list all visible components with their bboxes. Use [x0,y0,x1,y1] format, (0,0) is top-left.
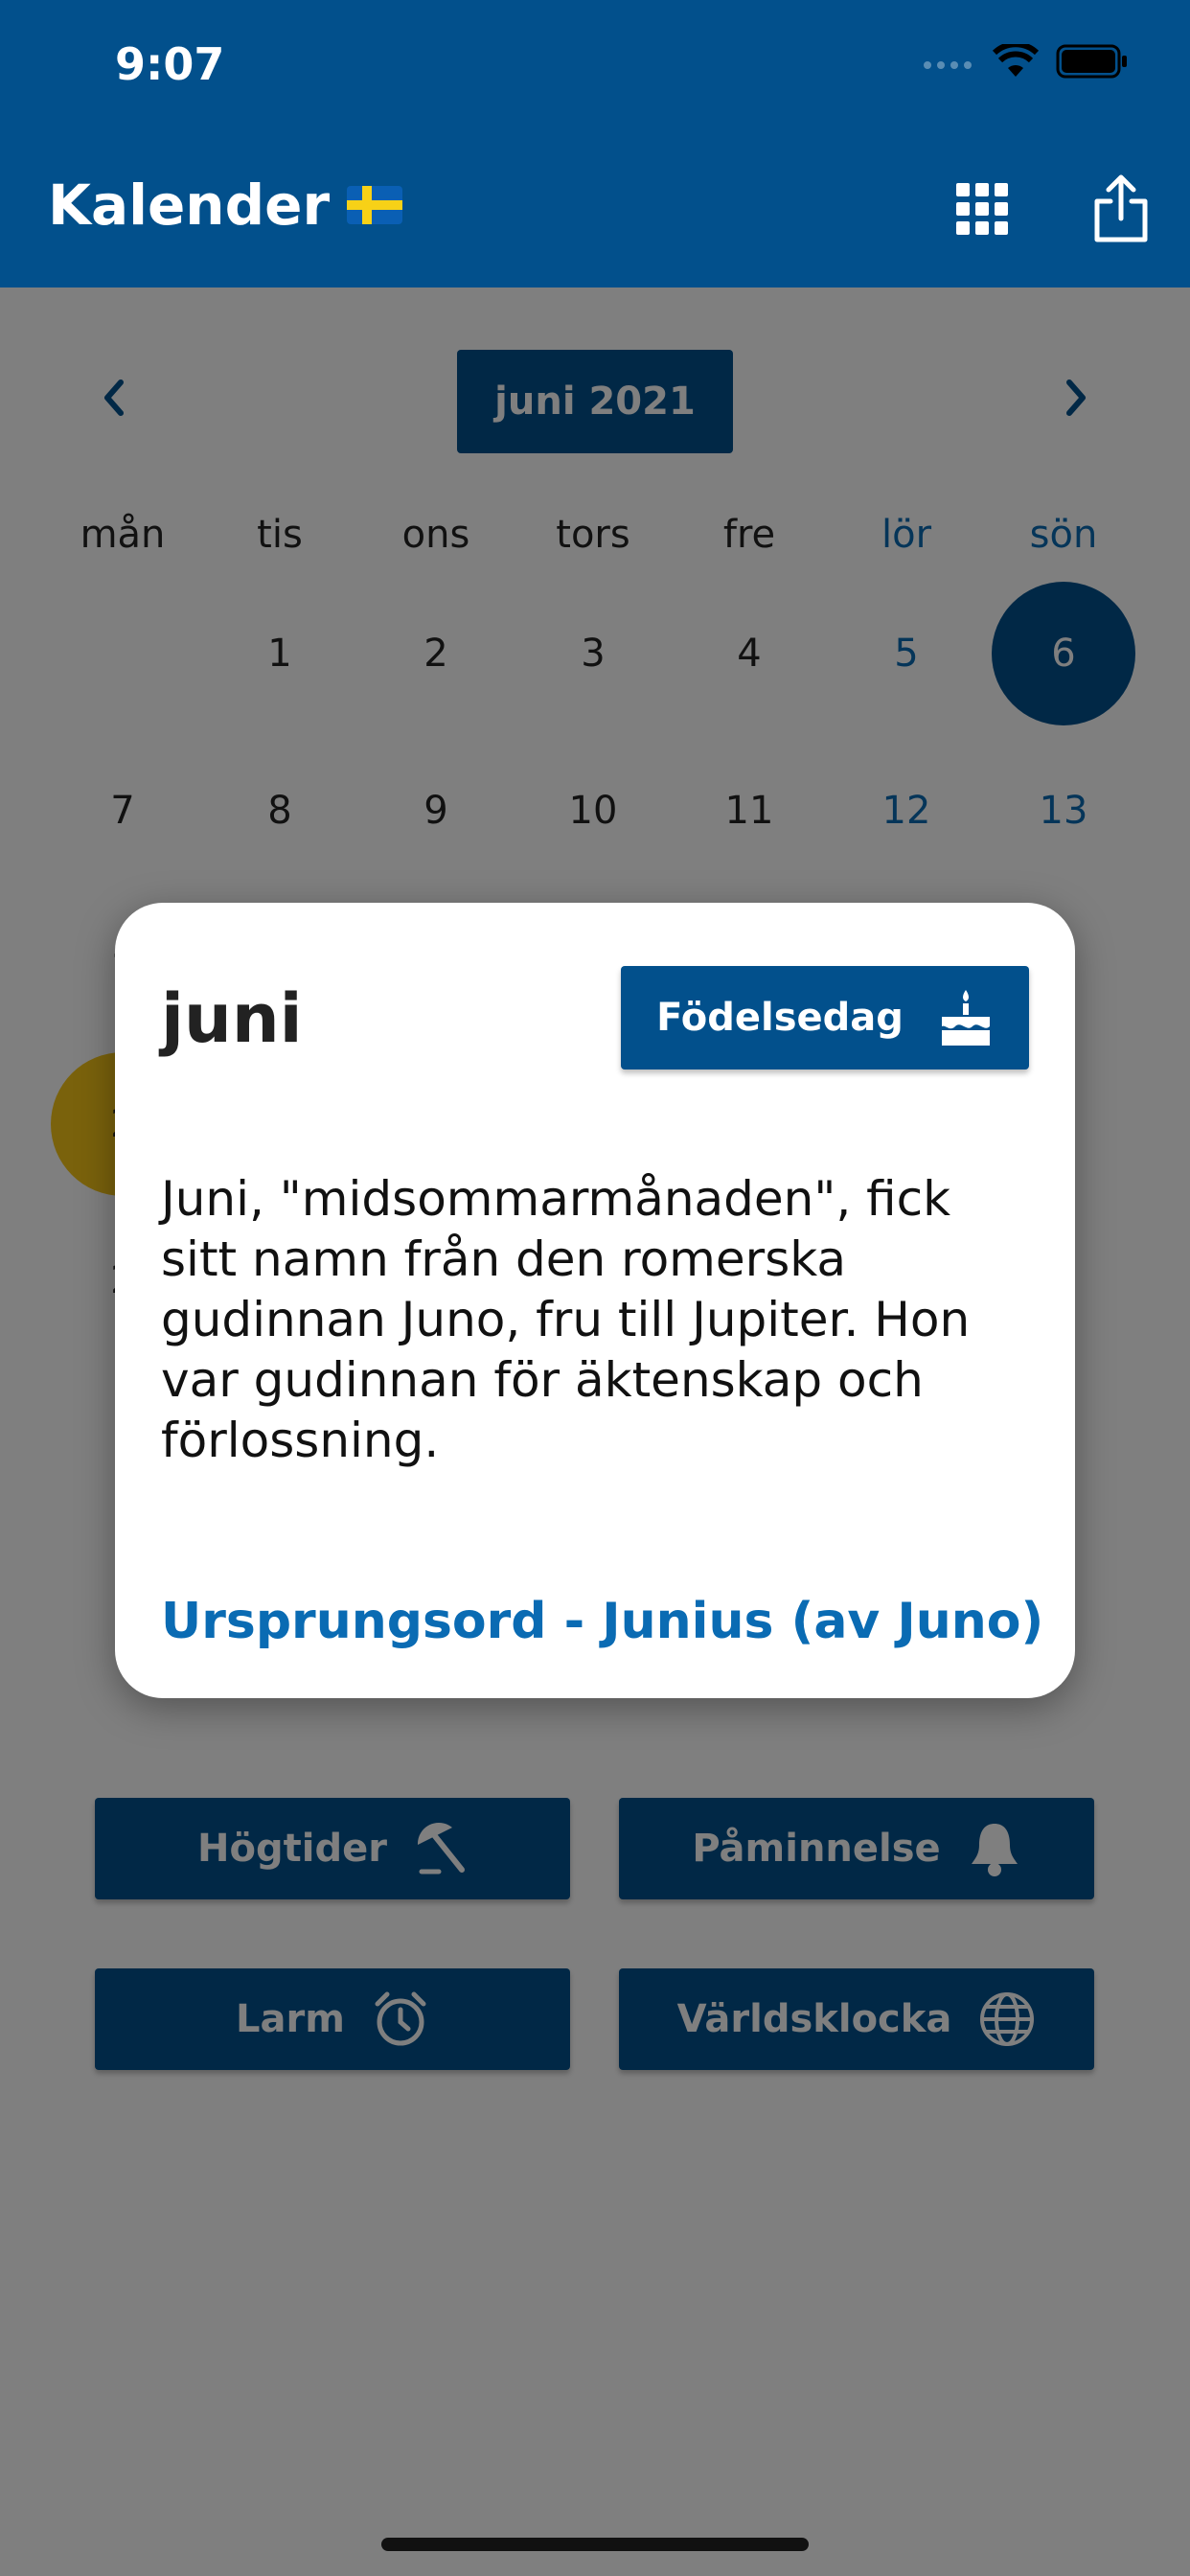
dialog-description: Juni, "midsommarmånaden", fick sitt namn… [161,1171,971,1468]
birthday-button[interactable]: Födelsedag [621,966,1029,1070]
birthday-label: Födelsedag [656,996,904,1040]
birthday-cake-icon [941,990,990,1046]
dialog-title: juni [161,979,303,1058]
home-indicator[interactable] [381,2538,809,2551]
month-info-dialog: juni Födelsedag Juni, "midsommarmånaden"… [115,903,1075,1698]
origin-word-link[interactable]: Ursprungsord - Junius (av Juno) [161,1593,1043,1650]
